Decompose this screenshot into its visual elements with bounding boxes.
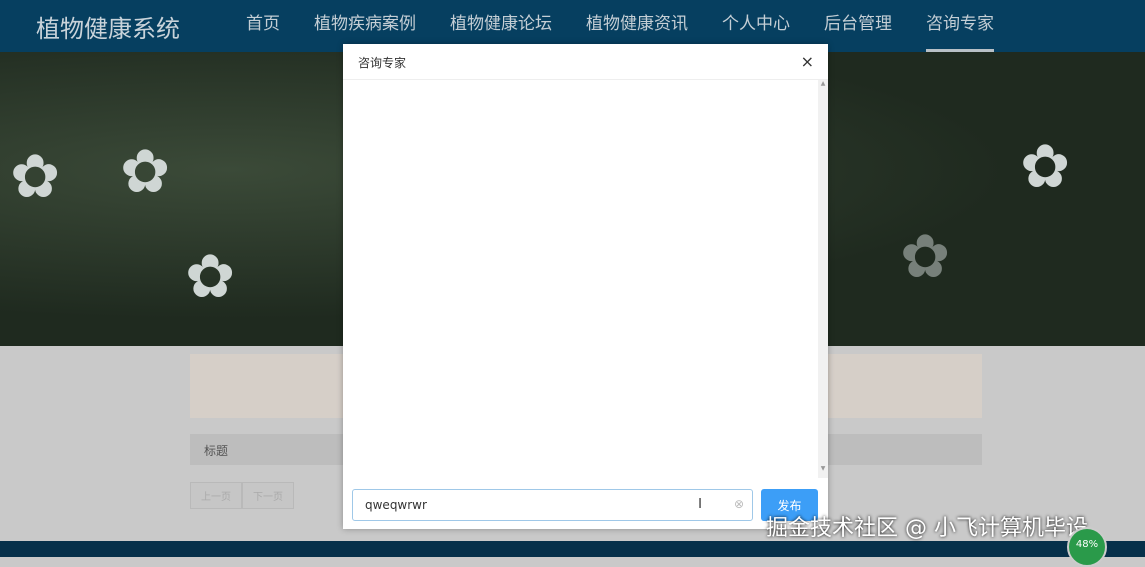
next-page-button[interactable]: 下一页: [242, 482, 294, 509]
dialog-header: 咨询专家 ×: [343, 44, 828, 80]
text-cursor-icon: I: [698, 497, 702, 512]
dialog-title: 咨询专家: [358, 56, 407, 70]
nav-consult-expert[interactable]: 咨询专家: [926, 0, 994, 52]
footer: [0, 541, 1145, 557]
flower-icon: ✿: [120, 137, 171, 207]
flower-icon: ✿: [1020, 132, 1071, 202]
flower-icon: ✿: [185, 242, 236, 312]
site-logo: 植物健康系统: [36, 14, 180, 43]
message-input-value: qweqwrwr: [365, 498, 427, 512]
flower-icon: ✿: [900, 222, 951, 292]
clear-icon[interactable]: ⊗: [734, 497, 744, 511]
close-icon[interactable]: ×: [801, 52, 814, 71]
nav-home[interactable]: 首页: [246, 0, 280, 52]
chat-messages-area: ▲ ▼: [343, 80, 828, 478]
title-column-label: 标题: [204, 444, 229, 458]
consult-expert-dialog: 咨询专家 × ▲ ▼ qweqwrwr I ⊗ 发布: [343, 44, 828, 529]
nav-admin[interactable]: 后台管理: [824, 0, 892, 52]
pagination: 上一页 下一页: [190, 482, 294, 509]
scrollbar[interactable]: ▲ ▼: [818, 80, 828, 478]
prev-page-button[interactable]: 上一页: [190, 482, 242, 509]
watermark: 掘金技术社区 @ 小飞计算机毕设: [766, 516, 1088, 541]
system-monitor-badge: 48%: [1067, 527, 1107, 567]
flower-icon: ✿: [10, 142, 61, 212]
message-input[interactable]: qweqwrwr I ⊗: [352, 489, 753, 521]
